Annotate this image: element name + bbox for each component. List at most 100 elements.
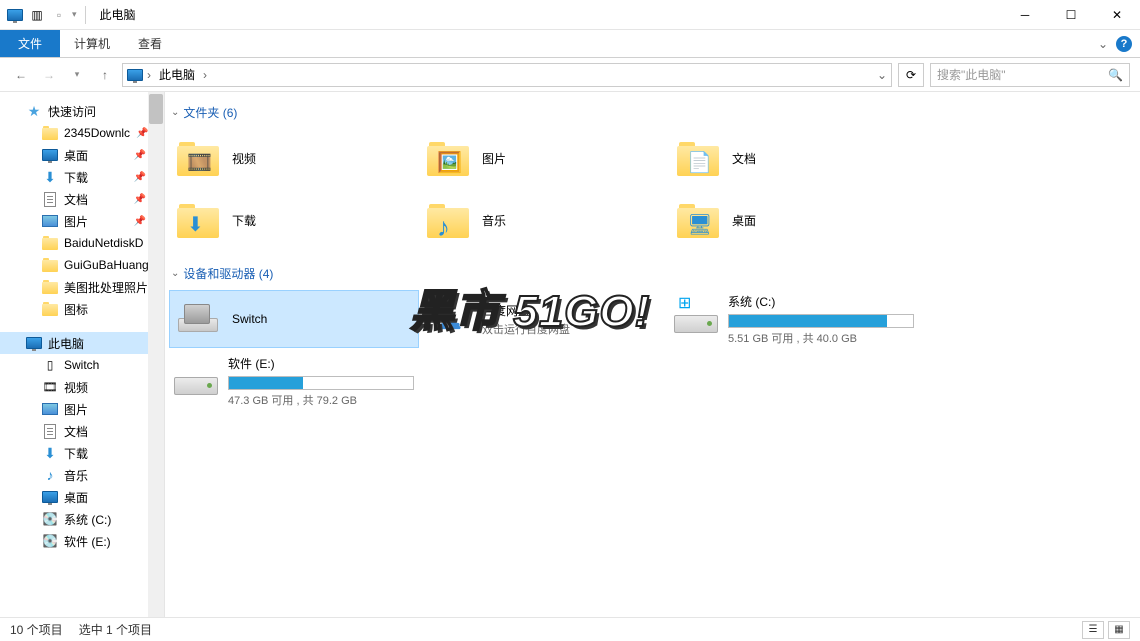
- video-icon: 🎞: [42, 379, 58, 395]
- tree-item[interactable]: ♪音乐: [0, 464, 164, 486]
- folder-item-videos[interactable]: 🎞️视频: [169, 129, 419, 187]
- document-icon: [42, 191, 58, 207]
- nav-forward-button[interactable]: →: [38, 64, 60, 86]
- tree-label: 视频: [64, 379, 88, 396]
- view-details-button[interactable]: ☰: [1082, 621, 1104, 639]
- address-dropdown-icon[interactable]: ⌄: [877, 68, 887, 82]
- windows-logo-icon: ⊞: [678, 293, 691, 313]
- pin-icon: 📌: [134, 150, 146, 161]
- window-title: 此电脑: [100, 6, 136, 23]
- tree-this-pc[interactable]: 此电脑: [0, 332, 164, 354]
- drive-icon: ▯: [42, 357, 58, 373]
- desktop-icon: [42, 147, 58, 163]
- desktop-icon: [42, 489, 58, 505]
- folder-icon: [42, 279, 58, 295]
- item-label: 视频: [232, 150, 414, 167]
- nav-up-button[interactable]: ↑: [94, 64, 116, 86]
- tree-item[interactable]: 💽系统 (C:): [0, 508, 164, 530]
- folder-item-documents[interactable]: 📄文档: [669, 129, 919, 187]
- tree-item[interactable]: 图片: [0, 398, 164, 420]
- ribbon-tab-view[interactable]: 查看: [124, 30, 176, 57]
- tree-item[interactable]: 图片📌: [0, 210, 164, 232]
- star-icon: ★: [26, 103, 42, 119]
- tree-label: 桌面: [64, 489, 88, 506]
- maximize-button[interactable]: ☐: [1048, 0, 1094, 30]
- item-label: 图片: [482, 150, 664, 167]
- help-icon[interactable]: ?: [1116, 36, 1132, 52]
- folder-item-desktop[interactable]: 🖥桌面: [669, 191, 919, 249]
- music-icon: ♪: [42, 467, 58, 483]
- nav-recent-button[interactable]: ▾: [66, 64, 88, 86]
- tree-label: 此电脑: [48, 335, 84, 352]
- document-icon: [42, 423, 58, 439]
- device-item-system-c[interactable]: ⊞ 系统 (C:) 5.51 GB 可用 , 共 40.0 GB: [669, 290, 919, 348]
- tree-label: 软件 (E:): [64, 533, 111, 550]
- close-button[interactable]: ✕: [1094, 0, 1140, 30]
- scrollbar-thumb[interactable]: [149, 94, 163, 124]
- group-header-folders[interactable]: ⌄ 文件夹 (6): [169, 100, 1136, 129]
- nav-back-button[interactable]: ←: [10, 64, 32, 86]
- tree-label: 图片: [64, 401, 88, 418]
- folder-item-music[interactable]: ♪音乐: [419, 191, 669, 249]
- pin-icon: 📌: [136, 128, 148, 139]
- item-subtitle: 双击运行百度网盘: [482, 321, 664, 337]
- refresh-button[interactable]: ⟳: [898, 63, 924, 87]
- download-icon: ⬇: [187, 212, 204, 237]
- ribbon-expand-icon[interactable]: ⌄: [1098, 37, 1108, 51]
- tree-item[interactable]: 🎞 视频: [0, 376, 164, 398]
- disk-icon: 💽: [42, 533, 58, 549]
- tree-item[interactable]: ⬇下载: [0, 442, 164, 464]
- pin-icon: 📌: [134, 194, 146, 205]
- view-tiles-button[interactable]: ▦: [1108, 621, 1130, 639]
- group-header-devices[interactable]: ⌄ 设备和驱动器 (4): [169, 261, 1136, 290]
- tree-item[interactable]: 文档: [0, 420, 164, 442]
- tree-item[interactable]: 桌面: [0, 486, 164, 508]
- qat-properties-icon[interactable]: ▥: [28, 6, 46, 24]
- folder-icon: [42, 301, 58, 317]
- address-bar[interactable]: › 此电脑 › ⌄: [122, 63, 892, 87]
- chevron-right-icon[interactable]: ›: [147, 68, 151, 82]
- minimize-button[interactable]: ─: [1002, 0, 1048, 30]
- item-label: 下载: [232, 212, 414, 229]
- folder-item-pictures[interactable]: 🖼️图片: [419, 129, 669, 187]
- tree-item[interactable]: 桌面 📌: [0, 144, 164, 166]
- disk-icon: [674, 315, 718, 333]
- tree-item[interactable]: ⬇下载📌: [0, 166, 164, 188]
- picture-icon: [42, 213, 58, 229]
- tree-item[interactable]: 2345Downlc📌: [0, 122, 164, 144]
- ribbon-tab-computer[interactable]: 计算机: [60, 30, 124, 57]
- device-item-baidu[interactable]: ☁ 百度网盘双击运行百度网盘: [419, 290, 669, 348]
- tree-item[interactable]: 图标: [0, 298, 164, 320]
- scrollbar-track[interactable]: [148, 92, 164, 617]
- device-item-switch[interactable]: Switch: [169, 290, 419, 348]
- tree-label: 文档: [64, 191, 88, 208]
- tree-label: 快速访问: [48, 103, 96, 120]
- device-item-software-e[interactable]: 软件 (E:) 47.3 GB 可用 , 共 79.2 GB: [169, 352, 419, 410]
- status-item-count: 10 个项目: [10, 621, 63, 638]
- title-bar: ▥ ▫ ▾ 此电脑 ─ ☐ ✕: [0, 0, 1140, 30]
- qat-new-icon[interactable]: ▫: [50, 6, 68, 24]
- tree-item[interactable]: 美图批处理照片: [0, 276, 164, 298]
- item-label: 软件 (E:): [228, 355, 414, 372]
- folder-item-downloads[interactable]: ⬇ 下载: [169, 191, 419, 249]
- breadcrumb-root[interactable]: 此电脑: [155, 66, 199, 83]
- tree-label: Switch: [64, 358, 99, 372]
- tree-label: 桌面: [64, 147, 88, 164]
- ribbon-file-tab[interactable]: 文件: [0, 30, 60, 57]
- group-title: 文件夹 (6): [183, 104, 237, 121]
- item-label: 百度网盘: [482, 302, 664, 319]
- tree-item[interactable]: BaiduNetdiskD: [0, 232, 164, 254]
- tree-item[interactable]: 文档 📌: [0, 188, 164, 210]
- search-placeholder: 搜索"此电脑": [937, 66, 1006, 83]
- chevron-right-icon[interactable]: ›: [203, 68, 207, 82]
- desktop-icon: 🖥: [687, 212, 712, 237]
- tree-item[interactable]: 💽 软件 (E:): [0, 530, 164, 552]
- computer-icon: [26, 335, 42, 351]
- qat-dropdown-icon[interactable]: ▾: [72, 9, 77, 20]
- tree-item[interactable]: GuiGuBaHuang: [0, 254, 164, 276]
- tree-item[interactable]: ▯ Switch: [0, 354, 164, 376]
- tree-quick-access[interactable]: ★ 快速访问: [0, 100, 164, 122]
- ribbon: 文件 计算机 查看 ⌄ ?: [0, 30, 1140, 58]
- search-input[interactable]: 搜索"此电脑" 🔍: [930, 63, 1130, 87]
- folder-icon: [42, 125, 58, 141]
